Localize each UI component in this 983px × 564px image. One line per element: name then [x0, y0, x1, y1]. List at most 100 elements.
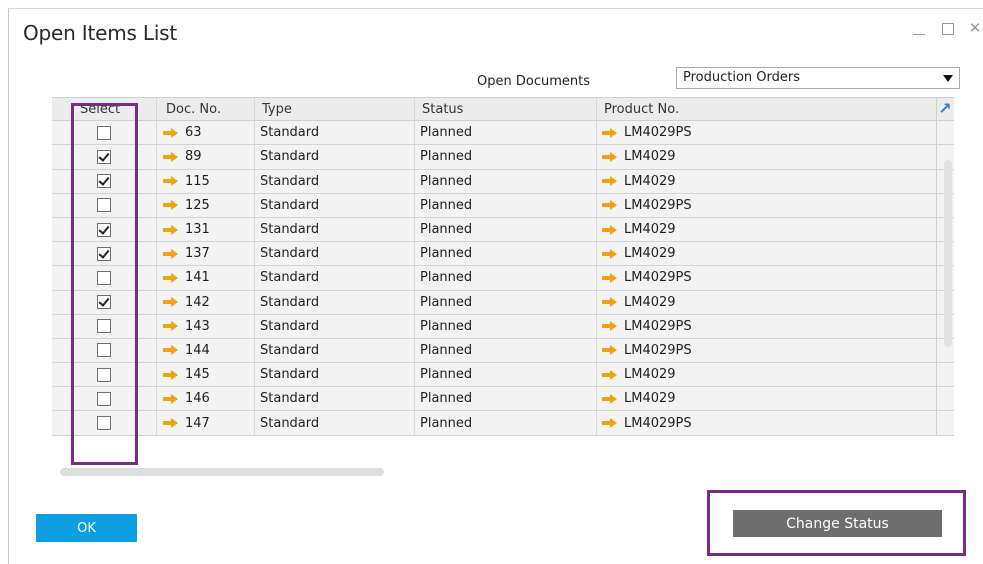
product-no-value: LM4029 — [624, 149, 676, 165]
link-arrow-icon[interactable] — [602, 200, 618, 211]
doc-no-value: 146 — [185, 391, 210, 407]
table-row[interactable]: 147 Standard Planned LM4029PS — [52, 411, 954, 436]
status-cell: Planned — [415, 266, 597, 290]
table-row[interactable]: 115 Standard Planned LM4029 — [52, 169, 954, 194]
table-row[interactable]: 146 Standard Planned LM4029 — [52, 387, 954, 412]
doc-no-cell: 137 — [157, 242, 255, 266]
type-cell: Standard — [255, 145, 415, 169]
link-arrow-icon[interactable] — [602, 224, 618, 235]
product-no-value: LM4029PS — [624, 342, 692, 358]
link-arrow-icon[interactable] — [602, 272, 618, 283]
table-row[interactable]: 143 Standard Planned LM4029PS — [52, 314, 954, 339]
product-no-value: LM4029 — [624, 294, 676, 310]
link-arrow-icon[interactable] — [163, 345, 179, 356]
window-title: Open Items List — [23, 21, 178, 45]
table-row[interactable]: 142 Standard Planned LM4029 — [52, 290, 954, 315]
doc-no-cell: 144 — [157, 338, 255, 363]
header-status[interactable]: Status — [415, 98, 597, 121]
product-no-value: LM4029PS — [624, 270, 692, 286]
status-cell: Planned — [415, 387, 597, 411]
product-no-value: LM4029PS — [624, 415, 692, 431]
expand-grid-icon[interactable]: ↗ — [937, 101, 953, 117]
product-no-cell: LM4029PS — [597, 121, 937, 145]
link-arrow-icon[interactable] — [163, 224, 179, 235]
link-arrow-icon[interactable] — [602, 248, 618, 259]
link-arrow-icon[interactable] — [163, 176, 179, 187]
minimize-icon[interactable] — [911, 19, 927, 37]
doc-no-value: 143 — [185, 318, 210, 334]
status-cell: Planned — [415, 411, 597, 435]
vertical-scrollbar[interactable] — [944, 160, 952, 347]
status-cell: Planned — [415, 169, 597, 193]
ok-button[interactable]: OK — [36, 514, 137, 542]
doc-no-cell: 143 — [157, 314, 255, 338]
status-cell: Planned — [415, 314, 597, 338]
link-arrow-icon[interactable] — [163, 393, 179, 404]
horizontal-scrollbar[interactable] — [60, 468, 384, 476]
type-cell: Standard — [255, 242, 415, 266]
link-arrow-icon[interactable] — [163, 321, 179, 332]
status-cell: Planned — [415, 121, 597, 145]
product-no-cell: LM4029 — [597, 290, 937, 314]
table-row[interactable]: 144 Standard Planned LM4029PS — [52, 338, 954, 364]
link-arrow-icon[interactable] — [602, 321, 618, 332]
link-arrow-icon[interactable] — [602, 151, 618, 162]
product-no-value: LM4029 — [624, 367, 676, 383]
product-no-cell: LM4029PS — [597, 338, 937, 363]
status-cell: Planned — [415, 290, 597, 314]
header-doc-no[interactable]: Doc. No. — [157, 98, 255, 121]
link-arrow-icon[interactable] — [602, 393, 618, 404]
type-cell: Standard — [255, 217, 415, 242]
doc-no-value: 115 — [185, 173, 210, 189]
link-arrow-icon[interactable] — [163, 248, 179, 259]
maximize-icon[interactable] — [939, 19, 955, 37]
link-arrow-icon[interactable] — [163, 151, 179, 162]
table-row[interactable]: 141 Standard Planned LM4029PS — [52, 266, 954, 291]
change-status-button[interactable]: Change Status — [733, 510, 942, 537]
doc-no-value: 125 — [185, 197, 210, 213]
table-row[interactable]: 89 Standard Planned LM4029 — [52, 145, 954, 170]
header-product-no[interactable]: Product No. — [597, 98, 937, 121]
table-row[interactable]: 125 Standard Planned LM4029PS — [52, 193, 954, 218]
open-documents-select[interactable]: Production Orders — [676, 67, 960, 89]
status-cell: Planned — [415, 217, 597, 242]
link-arrow-icon[interactable] — [602, 345, 618, 356]
table-row[interactable]: 63 Standard Planned LM4029PS — [52, 121, 954, 146]
link-arrow-icon[interactable] — [602, 297, 618, 308]
link-arrow-icon[interactable] — [163, 272, 179, 283]
header-type[interactable]: Type — [255, 98, 415, 121]
product-no-cell: LM4029PS — [597, 411, 937, 435]
link-arrow-icon[interactable] — [163, 369, 179, 380]
product-no-value: LM4029 — [624, 222, 676, 238]
doc-no-cell: 131 — [157, 217, 255, 242]
type-cell: Standard — [255, 121, 415, 145]
open-items-grid: Select Doc. No. Type Status Product No. … — [52, 97, 954, 436]
type-cell: Standard — [255, 169, 415, 193]
link-arrow-icon[interactable] — [163, 297, 179, 308]
type-cell: Standard — [255, 266, 415, 290]
product-no-cell: LM4029 — [597, 363, 937, 387]
link-arrow-icon[interactable] — [163, 200, 179, 211]
doc-no-cell: 125 — [157, 193, 255, 217]
link-arrow-icon[interactable] — [602, 127, 618, 138]
doc-no-value: 89 — [185, 149, 202, 165]
product-no-cell: LM4029 — [597, 242, 937, 266]
table-row[interactable]: 137 Standard Planned LM4029 — [52, 242, 954, 267]
link-arrow-icon[interactable] — [602, 369, 618, 380]
doc-no-value: 137 — [185, 246, 210, 262]
product-no-cell: LM4029 — [597, 387, 937, 411]
close-icon[interactable]: ✕ — [967, 19, 983, 37]
table-row[interactable]: 131 Standard Planned LM4029 — [52, 217, 954, 243]
product-no-value: LM4029 — [624, 246, 676, 262]
link-arrow-icon[interactable] — [602, 418, 618, 429]
grid-header: Select Doc. No. Type Status Product No. … — [52, 97, 954, 122]
doc-no-cell: 147 — [157, 411, 255, 435]
link-arrow-icon[interactable] — [163, 418, 179, 429]
doc-no-value: 142 — [185, 294, 210, 310]
select-column-highlight — [71, 103, 138, 465]
doc-no-cell: 63 — [157, 121, 255, 145]
link-arrow-icon[interactable] — [163, 127, 179, 138]
link-arrow-icon[interactable] — [602, 176, 618, 187]
type-cell: Standard — [255, 387, 415, 411]
table-row[interactable]: 145 Standard Planned LM4029 — [52, 363, 954, 388]
